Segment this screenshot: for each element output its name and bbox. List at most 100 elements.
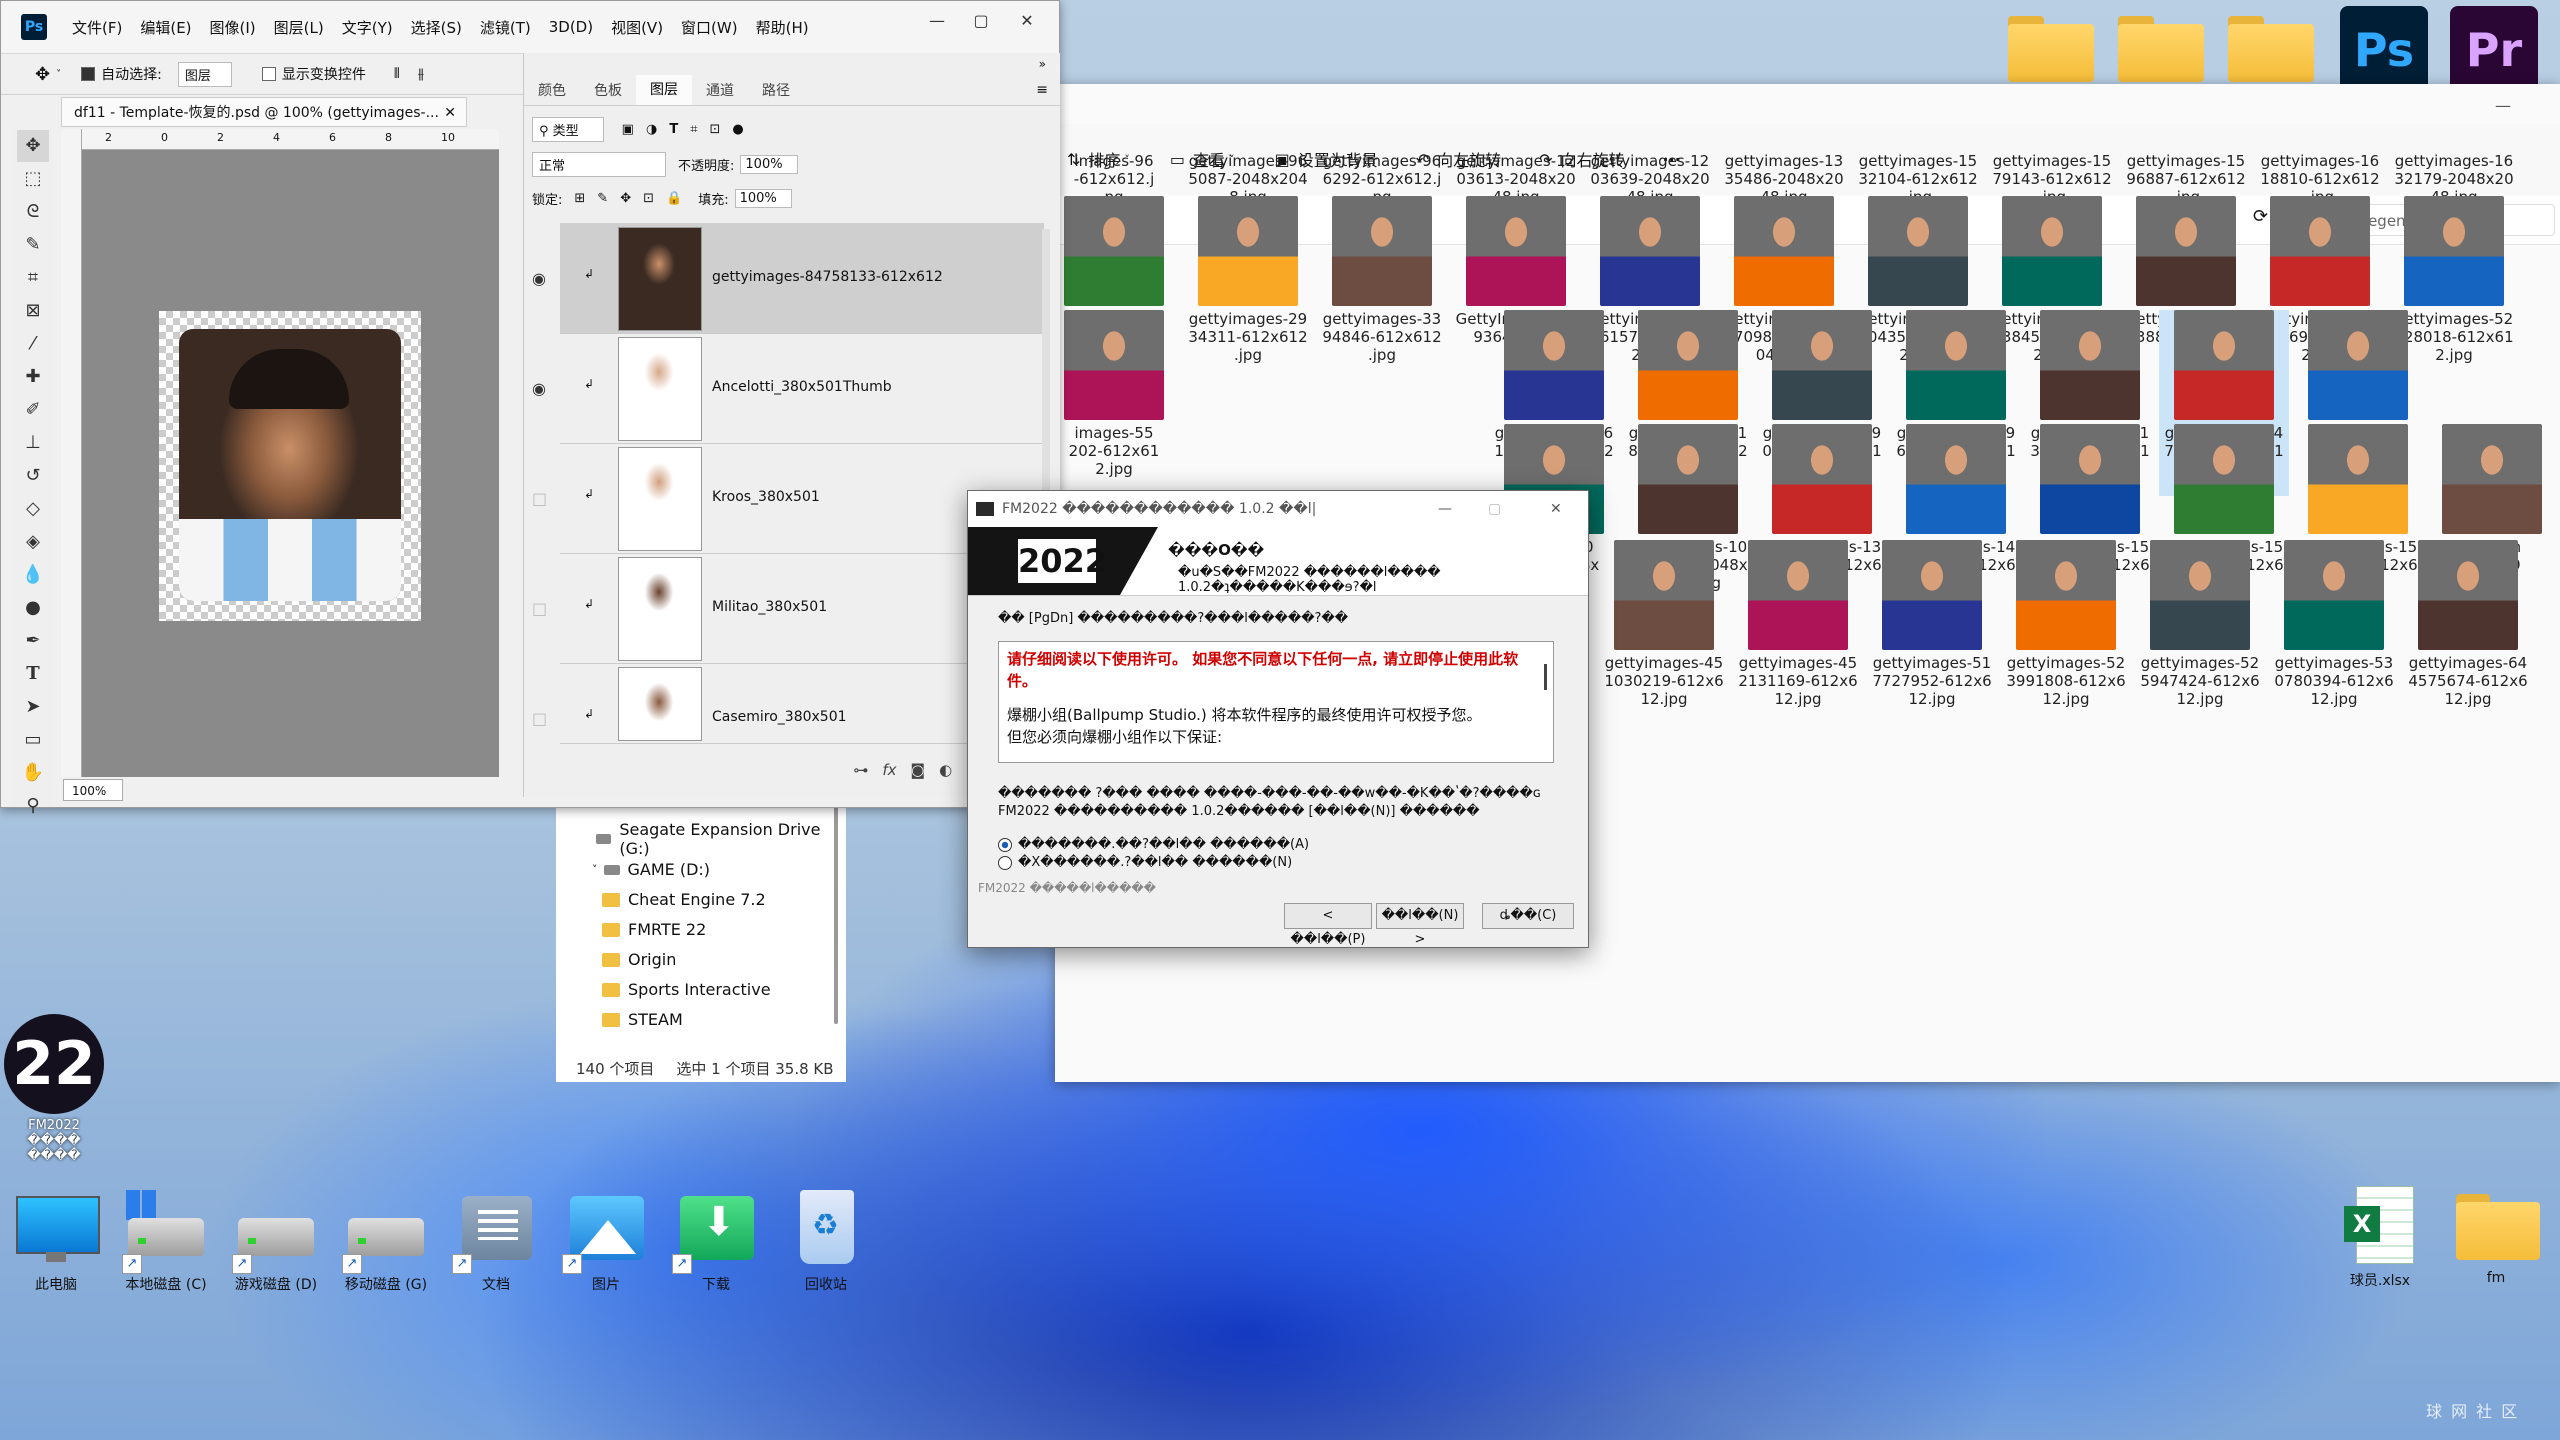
adjustment-icon[interactable]: ◐	[939, 761, 952, 779]
lock-position-icon[interactable]: ✥	[620, 191, 631, 206]
link-layers-icon[interactable]: ⊶	[853, 761, 868, 779]
desktop-icon-documents[interactable]: ↗ 文档	[446, 1190, 546, 1294]
filter-smart-icon[interactable]: ⊡	[710, 122, 721, 137]
tab-layers[interactable]: 图层	[636, 75, 692, 105]
history-brush-tool-icon[interactable]: ↺	[17, 460, 49, 492]
desktop-icon-fm-folder[interactable]: fm	[2446, 1186, 2546, 1286]
license-scrollbar[interactable]	[1544, 664, 1547, 690]
license-textbox[interactable]: 请仔细阅读以下使用许可。 如果您不同意以下任何一点, 请立即停止使用此软件。 爆…	[998, 641, 1554, 763]
menu-file[interactable]: 文件(F)	[63, 17, 131, 38]
desktop-icon-pictures[interactable]: ↗ 图片	[556, 1190, 656, 1294]
tab-channels[interactable]: 通道	[692, 80, 748, 100]
nav-item-cheat-engine[interactable]: Cheat Engine 7.2	[602, 890, 766, 909]
back-button[interactable]: < ��l��(P)	[1284, 903, 1372, 947]
nav-item-origin[interactable]: Origin	[602, 950, 676, 969]
hand-tool-icon[interactable]: ✋	[17, 757, 49, 789]
desktop-icon-downloads[interactable]: ⬇ ↗ 下载	[666, 1190, 766, 1294]
folder-icon[interactable]	[2228, 16, 2314, 82]
desktop-icon-this-pc[interactable]: 此电脑	[6, 1190, 106, 1294]
minimize-button[interactable]: —	[917, 11, 957, 33]
menu-layer[interactable]: 图层(L)	[265, 17, 333, 38]
desktop-icon-drive-c[interactable]: ↗ 本地磁盘 (C)	[116, 1190, 216, 1294]
quick-select-tool-icon[interactable]: ✎	[17, 229, 49, 261]
nav-scrollbar[interactable]	[834, 804, 838, 1024]
document-canvas[interactable]	[159, 311, 421, 621]
menu-window[interactable]: 窗口(W)	[672, 17, 747, 38]
align-icon[interactable]: ⫵	[418, 66, 424, 82]
menu-filter[interactable]: 滤镜(T)	[471, 17, 540, 38]
folder-icon[interactable]	[2118, 16, 2204, 82]
move-tool-icon[interactable]: ✥	[17, 130, 49, 162]
menu-3d[interactable]: 3D(D)	[540, 18, 602, 36]
auto-select-dropdown[interactable]: 图层	[177, 61, 232, 87]
zoom-tool-icon[interactable]: ⚲	[17, 790, 49, 822]
folder-icon[interactable]	[2008, 16, 2094, 82]
nav-item-steam[interactable]: STEAM	[602, 1010, 683, 1029]
file-item[interactable]: gettyimages-51 7727952-612x6 12.jpg	[1867, 540, 1997, 726]
eyedropper-tool-icon[interactable]: ⁄	[17, 328, 49, 360]
chevron-down-icon[interactable]: ˅	[56, 69, 61, 80]
menu-select[interactable]: 选择(S)	[402, 17, 471, 38]
radio-reject-button[interactable]	[998, 855, 1012, 870]
desktop-icon-recycle-bin[interactable]: ♻ 回收站	[776, 1190, 876, 1294]
fm2022-desktop-shortcut[interactable]: 22 FM2022 ���� ����	[4, 1014, 104, 1163]
lasso-tool-icon[interactable]: ᘓ	[17, 196, 49, 228]
fx-icon[interactable]: fx	[882, 761, 896, 779]
filter-shape-icon[interactable]: ⌗	[690, 122, 697, 137]
panel-collapse-icon[interactable]: »	[1039, 57, 1046, 71]
filter-type-icon[interactable]: T	[669, 122, 678, 137]
frame-tool-icon[interactable]: ⊠	[17, 295, 49, 327]
close-button[interactable]: ✕	[1007, 11, 1047, 33]
layer-filter-dropdown[interactable]: ⚲ 类型	[532, 116, 604, 142]
file-item[interactable]: gettyimages-52 5947424-612x6 12.jpg	[2135, 540, 2265, 726]
file-item[interactable]: gettyimages-45 2131169-612x6 12.jpg	[1733, 540, 1863, 726]
radio-accept-button[interactable]	[998, 837, 1012, 852]
nav-item-seagate-drive[interactable]: Seagate Expansion Drive (G:)	[596, 820, 846, 858]
file-item[interactable]: gettyimages-45 1030219-612x6 12.jpg	[1599, 540, 1729, 726]
lock-transparent-icon[interactable]: ⊞	[574, 191, 585, 206]
paint-bucket-tool-icon[interactable]: ◈	[17, 526, 49, 558]
next-button[interactable]: ��l��(N) >	[1376, 903, 1464, 947]
file-item[interactable]: gettyimages-64 4575674-612x6 12.jpg	[2403, 540, 2533, 726]
lock-pixels-icon[interactable]: ✎	[597, 191, 608, 206]
premiere-app-icon[interactable]: Pr	[2450, 6, 2538, 94]
eye-hidden-icon[interactable]: □	[532, 709, 547, 728]
menu-edit[interactable]: 编辑(E)	[131, 17, 200, 38]
radio-reject[interactable]: �X������.?��l�� ������(N)	[998, 855, 1292, 870]
file-item[interactable]: gettyimages-52 3991808-612x6 12.jpg	[2001, 540, 2131, 726]
blend-mode-dropdown[interactable]: 正常	[532, 151, 667, 177]
menu-view[interactable]: 视图(V)	[602, 17, 672, 38]
layer-row[interactable]: ◉ ↲ Ancelotti_380x501Thumb	[532, 333, 1044, 444]
minimize-button[interactable]: —	[1438, 491, 1452, 527]
pen-tool-icon[interactable]: ✒	[17, 625, 49, 657]
dodge-tool-icon[interactable]: ●	[17, 592, 49, 624]
close-icon[interactable]: ✕	[444, 98, 456, 128]
photoshop-app-icon[interactable]: Ps	[2340, 6, 2428, 94]
fill-input[interactable]: 100%	[734, 188, 792, 208]
shape-tool-icon[interactable]: ▭	[17, 724, 49, 756]
filter-adjust-icon[interactable]: ◑	[646, 122, 657, 137]
nav-item-fmrte[interactable]: FMRTE 22	[602, 920, 706, 939]
filter-toggle-icon[interactable]: ●	[732, 122, 743, 137]
file-item[interactable]: gettyimages-29 34311-612x612 .jpg	[1183, 196, 1313, 382]
eye-hidden-icon[interactable]: □	[532, 489, 547, 508]
lock-artboard-icon[interactable]: ⊡	[643, 191, 654, 206]
lock-all-icon[interactable]: 🔒	[666, 191, 682, 206]
stamp-tool-icon[interactable]: ⊥	[17, 427, 49, 459]
eye-hidden-icon[interactable]: □	[532, 599, 547, 618]
opacity-input[interactable]: 100%	[740, 154, 798, 174]
marquee-tool-icon[interactable]: ⬚	[17, 163, 49, 195]
tab-swatches[interactable]: 色板	[580, 80, 636, 100]
menu-type[interactable]: 文字(Y)	[333, 17, 402, 38]
menu-help[interactable]: 帮助(H)	[747, 17, 818, 38]
mask-icon[interactable]: ◙	[911, 761, 926, 779]
auto-select-checkbox[interactable]	[81, 67, 96, 81]
type-tool-icon[interactable]: T	[17, 658, 49, 690]
blur-tool-icon[interactable]: 💧	[17, 559, 49, 591]
show-transform-checkbox[interactable]	[261, 67, 276, 81]
file-item[interactable]: gettyimages-53 0780394-612x6 12.jpg	[2269, 540, 2399, 726]
nav-item-sports-interactive[interactable]: Sports Interactive	[602, 980, 771, 999]
path-select-tool-icon[interactable]: ➤	[17, 691, 49, 723]
align-icon[interactable]: ⫴	[394, 66, 400, 82]
eye-icon[interactable]: ◉	[532, 269, 546, 288]
